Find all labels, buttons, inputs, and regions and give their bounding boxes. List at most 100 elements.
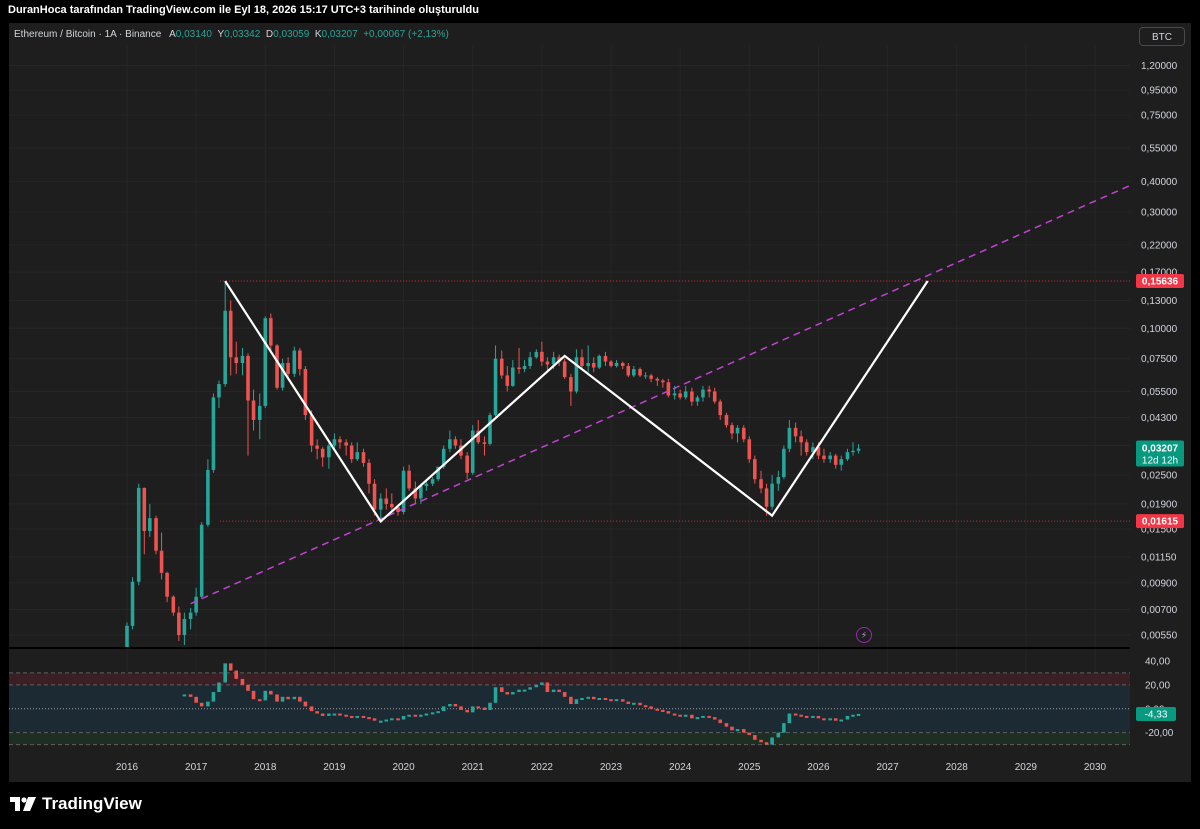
oscillator-bar — [482, 707, 487, 710]
candle — [292, 346, 297, 378]
candle-body — [217, 384, 221, 398]
price-axis-label: 0,07500 — [1141, 354, 1178, 365]
oscillator-bar — [234, 670, 239, 679]
candle — [378, 493, 383, 522]
candle-body — [574, 357, 579, 392]
oscillator-bar — [534, 684, 539, 688]
time-axis-label: 2020 — [392, 762, 415, 773]
oscillator-bar — [355, 715, 360, 718]
candle — [828, 452, 832, 463]
candle-body — [263, 318, 268, 406]
currency-button[interactable]: BTC — [1139, 27, 1185, 46]
oscillator-bar — [327, 713, 331, 716]
candle — [851, 442, 855, 456]
oscillator-bar — [470, 706, 475, 713]
oscillator-bar — [833, 718, 838, 721]
candle-body — [275, 345, 279, 388]
price-axis-label: 0,22000 — [1141, 240, 1178, 251]
candle-body — [332, 439, 337, 446]
price-axis-label: 0,00550 — [1141, 631, 1178, 642]
candle-body — [517, 367, 521, 370]
candle — [188, 608, 193, 630]
oscillator-bar — [476, 706, 481, 709]
oscillator-bar — [407, 714, 411, 717]
candle — [626, 363, 631, 378]
candle-body — [735, 427, 740, 434]
candle — [753, 455, 757, 484]
oscillator-bar — [396, 718, 400, 721]
candle — [488, 412, 492, 446]
candle-body — [315, 445, 319, 449]
oscillator-bar — [672, 713, 677, 716]
candle-body — [292, 350, 297, 374]
flash-icon[interactable]: ⚡ — [856, 627, 872, 643]
oscillator-bar — [251, 690, 256, 700]
oscillator-bar — [349, 715, 354, 718]
oscillator-bar — [401, 715, 406, 720]
tradingview-logo[interactable]: TradingView — [10, 794, 142, 814]
candle — [182, 612, 187, 646]
oscillator-bar — [551, 689, 556, 693]
price-axis-label: 1,20000 — [1141, 61, 1178, 72]
candle-body — [776, 477, 781, 484]
oscillator-bar — [759, 739, 763, 743]
candle — [632, 365, 636, 378]
oscillator-bar — [718, 719, 723, 724]
candle-body — [528, 357, 532, 366]
candle — [712, 387, 717, 404]
candle — [470, 425, 475, 475]
oscillator-bar — [626, 701, 631, 704]
candle-body — [522, 365, 527, 370]
oscillator-bar — [303, 701, 308, 707]
candle — [251, 389, 256, 431]
candle — [240, 347, 245, 376]
candle-body — [286, 363, 290, 374]
candle — [493, 345, 498, 417]
oscillator-bar — [597, 698, 602, 701]
candle-body — [240, 355, 245, 364]
candle — [562, 358, 567, 379]
candle — [303, 365, 308, 421]
candle — [361, 448, 366, 467]
price-marker: 0,15636 — [1136, 273, 1184, 288]
oscillator-bar — [211, 692, 216, 702]
candle-body — [182, 618, 187, 636]
oscillator-bar — [257, 699, 262, 702]
price-chart[interactable]: 1,20000 0,95000 0,75000 0,55000 0,40000 0,300… — [0, 0, 1200, 829]
candle — [718, 399, 723, 421]
candle-body — [540, 351, 544, 362]
time-axis-label: 2025 — [738, 762, 761, 773]
time-axis-label: 2022 — [531, 762, 554, 773]
oscillator-bar — [436, 711, 440, 714]
candle — [649, 373, 653, 383]
price-axis-label: 0,13000 — [1141, 296, 1178, 307]
price-axis-label: 0,95000 — [1141, 86, 1178, 97]
oscillator-bar — [683, 714, 688, 717]
candle-body — [448, 439, 452, 449]
candle — [384, 488, 389, 510]
candle-body — [764, 488, 769, 507]
oscillator-bar — [643, 705, 648, 708]
candle-body — [632, 369, 636, 376]
candle — [206, 459, 210, 527]
candle-body — [730, 425, 734, 434]
candle — [211, 393, 216, 473]
change-value: +0,00067 (+2,13%) — [363, 29, 449, 40]
oscillator-bar — [735, 729, 740, 732]
last-price-countdown: 12d 12h — [1142, 456, 1178, 467]
candle-body — [701, 389, 705, 398]
oscillator-bar — [730, 726, 734, 731]
oscillator-bar — [764, 742, 769, 745]
oscillator-bar — [569, 696, 573, 704]
oscillator-bar — [753, 735, 757, 740]
oscillator-bar — [320, 713, 325, 716]
price-axis-label: 0,75000 — [1141, 111, 1178, 122]
oscillator-bar — [459, 706, 463, 710]
candle — [655, 377, 660, 386]
candle — [569, 373, 573, 406]
time-axis-label: 2023 — [600, 762, 623, 773]
time-axis-label: 2024 — [669, 762, 692, 773]
oscillator-bar — [632, 702, 636, 705]
high-value: 0,03342 — [224, 29, 261, 40]
oscillator-bar — [614, 699, 619, 702]
